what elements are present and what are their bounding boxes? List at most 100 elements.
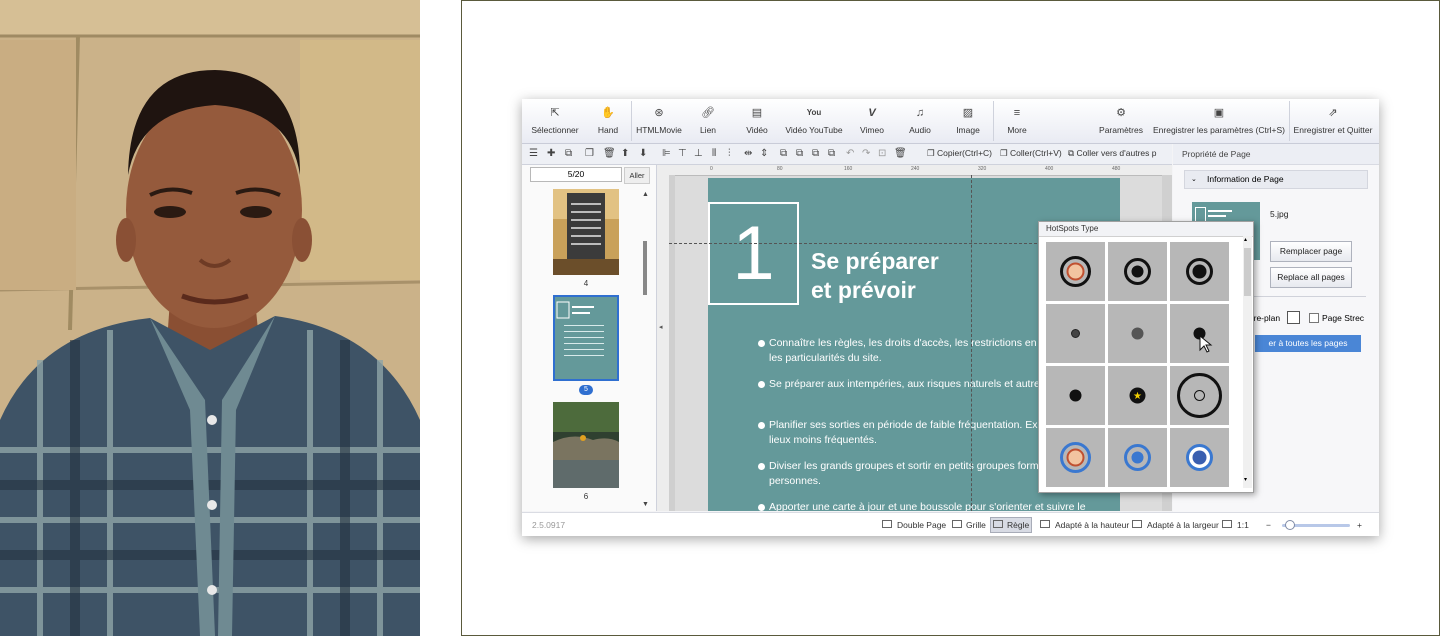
hotspots-scrollbar[interactable]: ▴ ▾ [1243, 236, 1252, 488]
ring-hotspot-icon[interactable] [1170, 242, 1229, 301]
thumbnail-number: 6 [583, 492, 589, 501]
horizontal-ruler: 0 80 160 240 320 400 480 [657, 165, 1172, 176]
bring-forward-icon[interactable]: ⧉ [796, 148, 803, 159]
list-icon[interactable]: ☰ [529, 148, 538, 159]
page-thumbnail-6[interactable] [553, 402, 619, 488]
small-dot-hotspot-icon[interactable] [1046, 304, 1105, 363]
crop-icon[interactable]: ⊡ [878, 148, 886, 159]
dot-hotspot-icon[interactable] [1046, 366, 1105, 425]
exit-icon: ⇗ [1328, 107, 1338, 119]
bullet-dot-icon [758, 381, 765, 388]
html-movie-icon: ⊛ [654, 107, 664, 119]
double-page-toggle[interactable]: Double Page [897, 520, 946, 530]
page-number-input[interactable]: 5/20 [530, 167, 622, 182]
scroll-up-arrow-icon[interactable]: ▲ [642, 191, 649, 198]
align-bottom-icon[interactable]: ⊥ [694, 148, 703, 159]
edit-toolbar: ☰ ✚ ⧉ ❐ 🗑︎ ⬆ ⬇ ⊫ ⊤ ⊥ ⫴ ⫶ ⇹ ⇕ ⧉ ⧉ ⧉ ⧉ ↶ ↷… [522, 144, 1172, 165]
grid-toggle[interactable]: Grille [966, 520, 986, 530]
save-settings-button[interactable]: ▣ Enregistrer les paramètres (Ctrl+S) [1152, 99, 1286, 143]
fit-height-button[interactable]: Adapté à la hauteur [1055, 520, 1129, 530]
fit-width-icon [1132, 520, 1142, 528]
background-color-swatch[interactable] [1287, 311, 1300, 324]
send-back-icon[interactable]: ⧉ [828, 148, 835, 159]
copy-button[interactable]: ❐ Copier(Ctrl+C) [927, 148, 992, 159]
hand-ring-hotspot-icon[interactable] [1046, 242, 1105, 301]
page-title: Se préparer et prévoir [811, 248, 939, 303]
apply-to-all-pages-button[interactable]: er à toutes les pages [1255, 335, 1361, 352]
gray-dot-hotspot-icon[interactable] [1108, 304, 1167, 363]
fit-width-button[interactable]: Adapté à la largeur [1147, 520, 1219, 530]
add-page-icon[interactable]: ✚ [547, 148, 555, 159]
go-button[interactable]: Aller [624, 167, 650, 184]
black-dot-hotspot-icon[interactable] [1170, 304, 1229, 363]
chevron-down-icon: ⌄ [1191, 176, 1197, 183]
page-info-accordion[interactable]: ⌄ Information de Page [1184, 170, 1368, 189]
settings-button[interactable]: ⚙ Paramètres [1096, 99, 1146, 143]
thumbnail-scrollbar[interactable]: ▲ ▼ [642, 191, 649, 508]
distribute-h-icon[interactable]: ⫴ [712, 148, 716, 159]
html-movie-button[interactable]: ⊛ HTMLMovie [634, 99, 684, 143]
zoom-out-button[interactable]: − [1266, 520, 1271, 530]
scroll-down-arrow-icon[interactable]: ▾ [1244, 476, 1247, 483]
blue-arrow-hotspot-icon[interactable] [1108, 428, 1167, 487]
duplicate-page-icon[interactable]: ⧉ [565, 148, 572, 159]
distribute-v-icon[interactable]: ⫶ [728, 148, 731, 159]
audio-button[interactable]: ♫ Audio [900, 99, 940, 143]
bullet-dot-icon [758, 422, 765, 429]
replace-page-button[interactable]: Remplacer page [1270, 241, 1352, 262]
send-backward-icon[interactable]: ⧉ [812, 148, 819, 159]
move-down-icon[interactable]: ⬇ [639, 148, 647, 159]
scrollbar-thumb[interactable] [1244, 248, 1251, 296]
same-height-icon[interactable]: ⇕ [760, 148, 768, 159]
redo-icon[interactable]: ↷ [862, 148, 870, 159]
zoom-in-button[interactable]: + [1357, 520, 1362, 530]
fit-height-icon [1040, 520, 1050, 528]
blue-ring-hotspot-icon[interactable] [1170, 428, 1229, 487]
more-button[interactable]: ≡ More [998, 99, 1036, 143]
video-button[interactable]: ▤ Vidéo [738, 99, 776, 143]
select-tool-button[interactable]: ⇱ Sélectionner [526, 99, 584, 143]
gear-icon: ⚙ [1116, 107, 1126, 119]
undo-icon[interactable]: ↶ [846, 148, 854, 159]
large-ring-hotspot-icon[interactable] [1170, 366, 1229, 425]
toolbar-divider [1289, 101, 1290, 141]
vertical-guide-line[interactable] [971, 175, 972, 511]
link-button[interactable]: 🔗︎ Lien [690, 99, 726, 143]
zoom-slider[interactable] [1282, 520, 1350, 530]
star-hotspot-icon[interactable]: ★ [1108, 366, 1167, 425]
align-left-icon[interactable]: ⊫ [662, 148, 671, 159]
image-button[interactable]: ▨ Image [948, 99, 988, 143]
delete-icon[interactable]: 🗑︎ [894, 148, 907, 159]
page-thumbnail-5-selected[interactable] [553, 295, 619, 381]
page-filename: 5.jpg [1270, 209, 1289, 219]
scrollbar-thumb[interactable] [643, 241, 647, 295]
save-and-quit-button[interactable]: ⇗ Enregistrer et Quitter [1292, 99, 1374, 143]
scroll-up-arrow-icon[interactable]: ▴ [1244, 236, 1247, 243]
music-note-icon: ♫ [915, 107, 925, 119]
paste-button[interactable]: ❐ Coller(Ctrl+V) [1000, 148, 1062, 159]
actual-size-button[interactable]: 1:1 [1237, 520, 1249, 530]
blue-hand-hotspot-icon[interactable] [1046, 428, 1105, 487]
hand-tool-button[interactable]: ✋ Hand [588, 99, 628, 143]
hotspots-type-popup: HotSpots Type ★ ▴ ▾ [1038, 221, 1254, 493]
vimeo-button[interactable]: V Vimeo [852, 99, 892, 143]
copy-page-icon[interactable]: ❐ [585, 148, 594, 159]
move-up-icon[interactable]: ⬆ [621, 148, 629, 159]
same-width-icon[interactable]: ⇹ [744, 148, 752, 159]
actual-size-icon [1222, 520, 1232, 528]
bring-front-icon[interactable]: ⧉ [780, 148, 787, 159]
zoom-slider-knob[interactable] [1284, 520, 1295, 530]
ruler-toggle[interactable]: Règle [1007, 520, 1029, 530]
scroll-down-arrow-icon[interactable]: ▼ [642, 501, 649, 508]
youtube-video-button[interactable]: You Vidéo YouTube [784, 99, 844, 143]
align-center-icon[interactable]: ⊤ [678, 148, 687, 159]
page-thumbnail-4[interactable] [553, 189, 619, 275]
arrow-ring-hotspot-icon[interactable] [1108, 242, 1167, 301]
trash-icon[interactable]: 🗑︎ [603, 148, 616, 159]
replace-all-pages-button[interactable]: Replace all pages [1270, 267, 1352, 288]
collapse-panel-arrow-icon[interactable]: ◂ [659, 323, 663, 331]
hand-icon: ✋ [601, 107, 615, 119]
paste-other-pages-button[interactable]: ⧉ Coller vers d'autres p [1068, 148, 1156, 159]
page-stretch-checkbox[interactable] [1309, 313, 1319, 323]
bullet-dot-icon [758, 504, 765, 511]
